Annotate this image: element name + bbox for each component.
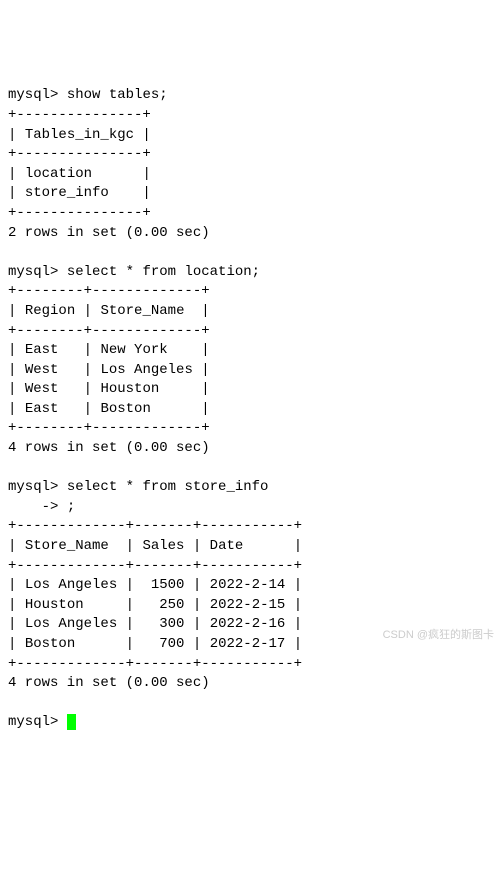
mysql-prompt: mysql> show tables; <box>8 87 168 103</box>
mysql-prompt: mysql> select * from location; <box>8 264 260 280</box>
mysql-prompt: mysql> select * from store_info <box>8 479 268 495</box>
cursor-icon <box>67 714 76 730</box>
watermark-text: CSDN @疯狂的斯图卡 <box>383 628 494 643</box>
mysql-continuation-prompt: -> ; <box>8 499 75 515</box>
mysql-prompt[interactable]: mysql> <box>8 714 76 730</box>
